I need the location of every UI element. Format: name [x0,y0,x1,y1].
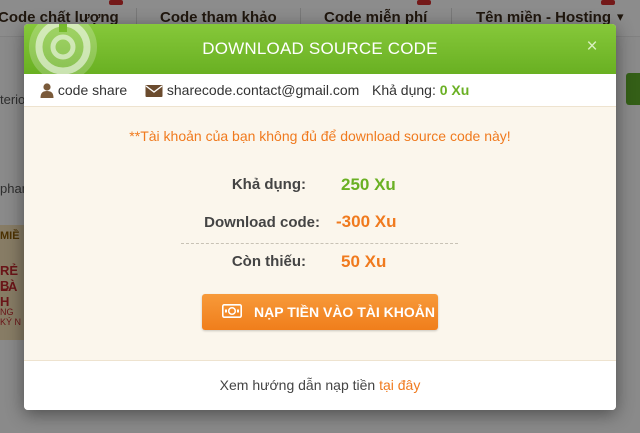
modal-title: DOWNLOAD SOURCE CODE [202,39,438,58]
available-value: 250 Xu [341,175,396,194]
balance-value: 0 Xu [439,82,470,98]
divider [181,243,458,244]
download-cost-value: -300 Xu [336,212,397,231]
envelope-icon [145,85,163,97]
topup-guide-link[interactable]: tại đây [379,377,420,393]
shortfall-value: 50 Xu [341,252,387,271]
balance-info: Khả dụng: 0 Xu [372,82,469,98]
insufficient-balance-warning: **Tài khoản của bạn không đủ để download… [129,128,511,144]
balance-label: Khả dụng: [372,82,436,98]
download-modal: DOWNLOAD SOURCE CODE × code share sharec… [24,24,616,410]
topup-button-label: NẠP TIỀN VÀO TÀI KHOẢN [254,304,435,320]
close-icon[interactable]: × [582,36,602,60]
money-icon [222,304,242,321]
shortfall-label: Còn thiếu: [231,253,306,270]
modal-header: DOWNLOAD SOURCE CODE × [24,24,616,74]
username: code share [57,82,128,98]
topup-button[interactable]: NẠP TIỀN VÀO TÀI KHOẢN [202,294,438,330]
topup-guide-text: Xem hướng dẫn nạp tiền tại đây [219,377,421,393]
modal-footer: Xem hướng dẫn nạp tiền tại đây [24,360,616,410]
account-info-bar: code share sharecode.contact@gmail.com K… [24,74,616,107]
email-info: sharecode.contact@gmail.com [145,82,359,98]
username-info: code share [40,82,127,98]
user-icon [40,83,54,98]
download-cost-label: Download code: [204,214,320,231]
email: sharecode.contact@gmail.com [166,82,360,98]
available-label: Khả dụng: [231,176,306,193]
